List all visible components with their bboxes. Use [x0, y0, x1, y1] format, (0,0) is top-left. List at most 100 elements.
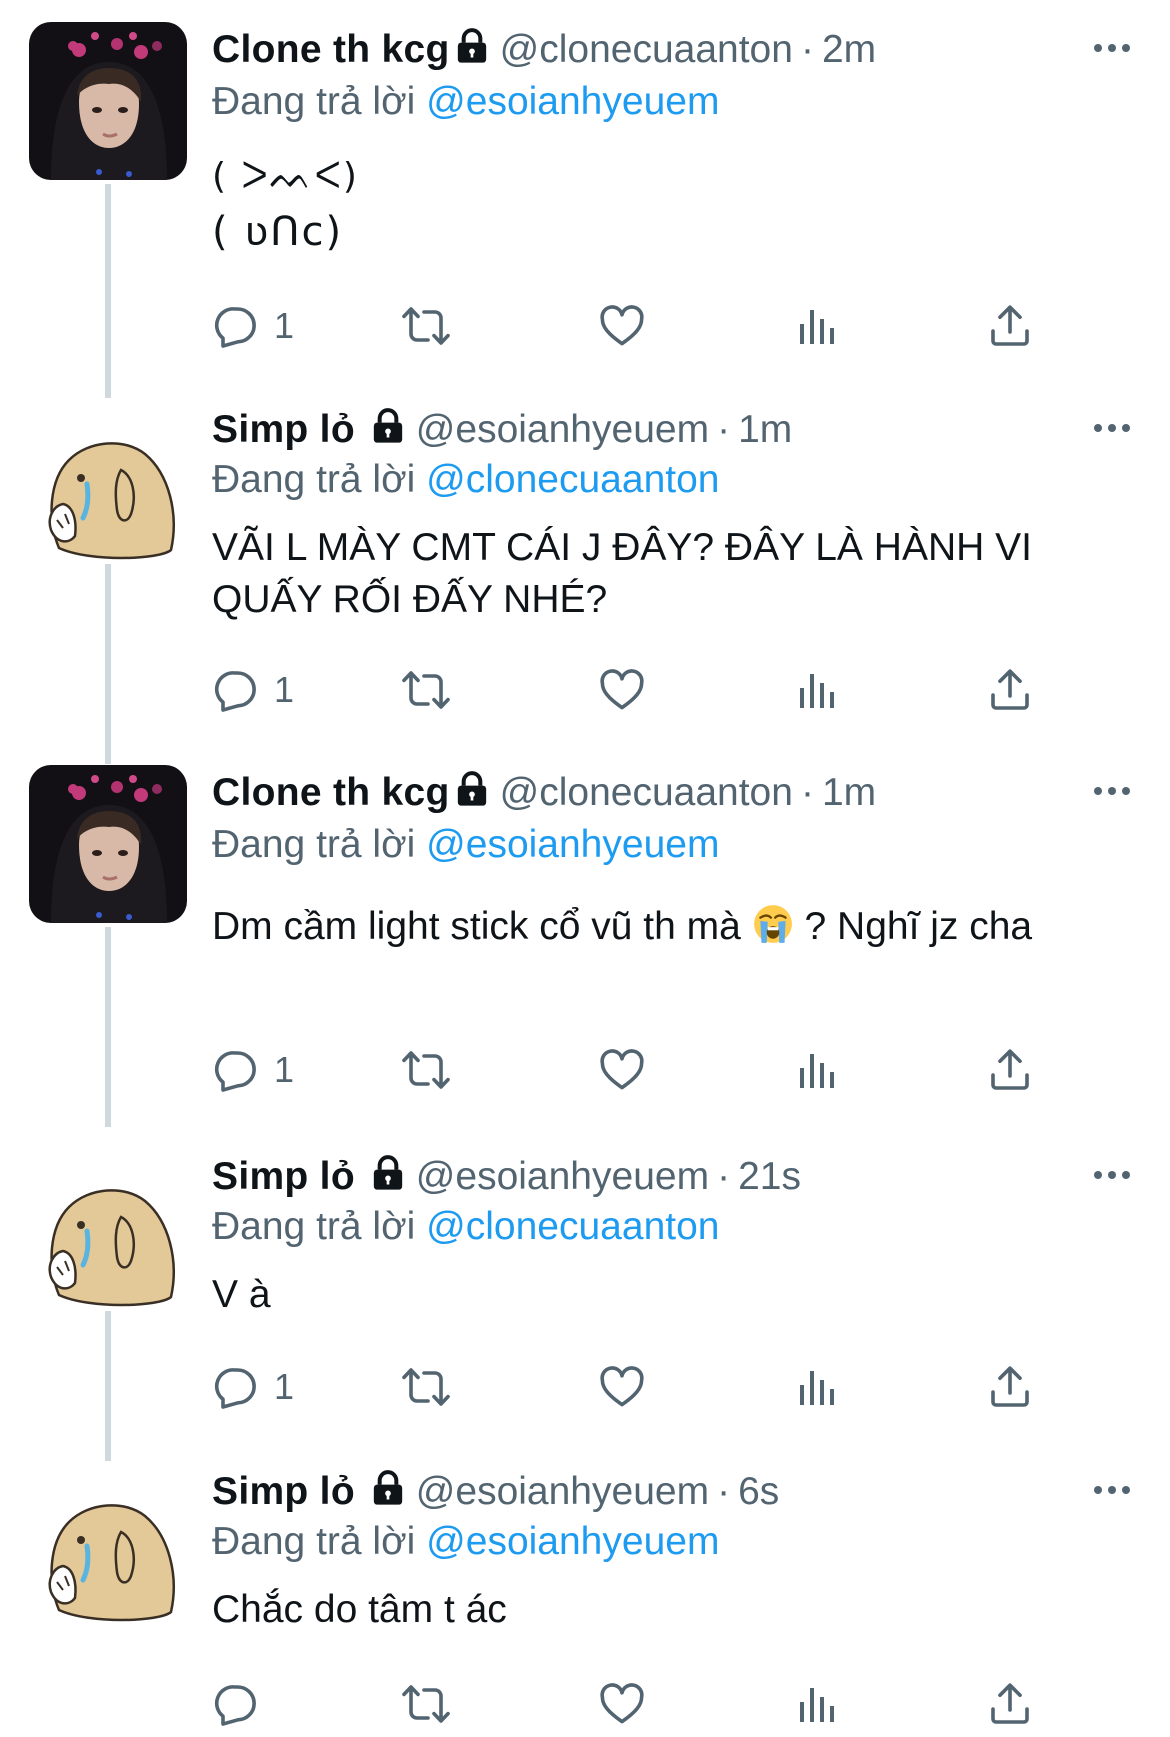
views-icon: [792, 1363, 840, 1411]
retweet-icon: [402, 666, 450, 714]
more-icon[interactable]: [1092, 1167, 1132, 1183]
display-name[interactable]: Clone th kcg: [212, 28, 450, 71]
tweet-header: Simp lỏ @esoianhyeuem · 1m: [212, 404, 792, 456]
like-button[interactable]: [598, 660, 646, 720]
share-icon: [986, 1680, 1034, 1728]
replying-to: Đang trả lời @clonecuaanton: [212, 1205, 720, 1248]
reply-icon: [212, 302, 260, 350]
share-button[interactable]: [986, 296, 1034, 356]
tweet-text: Chắc do tâm t ác: [212, 1588, 507, 1631]
tweet-header: Simp lỏ @esoianhyeuem · 21s: [212, 1151, 801, 1203]
reply-count: 1: [274, 305, 295, 346]
avatar[interactable]: [29, 1157, 187, 1315]
tweet[interactable]: Clone th kcg @clonecuaanton · 2m Đang trả l…: [0, 0, 1170, 398]
retweet-icon: [402, 1363, 450, 1411]
display-name[interactable]: Simp lỏ: [212, 408, 355, 451]
tweet-text: ( ᐳᨓᐸ) ( ʋᑎc): [212, 156, 359, 255]
views-button[interactable]: [792, 660, 840, 720]
handle[interactable]: @clonecuaanton: [500, 771, 793, 814]
avatar[interactable]: [29, 765, 187, 923]
display-name[interactable]: Simp lỏ: [212, 1470, 355, 1513]
lock-icon: [368, 406, 408, 446]
loudly-crying-emoji: [752, 903, 794, 945]
display-name[interactable]: Simp lỏ: [212, 1155, 355, 1198]
tweet[interactable]: Clone th kcg @clonecuaanton · 1m Đang trả l…: [0, 743, 1170, 1127]
views-icon: [792, 1680, 840, 1728]
mention-link[interactable]: @esoianhyeuem: [426, 1520, 719, 1563]
tweet-text: Dm cầm light stick cổ vũ th mà ? Nghĩ jz…: [212, 903, 1033, 948]
more-icon[interactable]: [1092, 1482, 1132, 1498]
display-name[interactable]: Clone th kcg: [212, 771, 450, 814]
retweet-button[interactable]: [402, 1674, 450, 1734]
tweet[interactable]: Simp lỏ @esoianhyeuem · 1m Đang trả lời @c…: [0, 378, 1170, 764]
more-icon[interactable]: [1092, 40, 1132, 56]
reply-icon: [212, 1046, 260, 1094]
reply-button[interactable]: 1: [212, 296, 294, 356]
lock-icon: [452, 769, 492, 809]
timestamp[interactable]: 21s: [738, 1155, 801, 1198]
more-icon[interactable]: [1092, 783, 1132, 799]
like-button[interactable]: [598, 1357, 646, 1417]
avatar[interactable]: [29, 1472, 187, 1630]
reply-count: 1: [274, 669, 295, 710]
tweet[interactable]: Simp lỏ @esoianhyeuem · 21s Đang trả lời @…: [0, 1125, 1170, 1461]
like-icon: [598, 1363, 646, 1411]
views-button[interactable]: [792, 1357, 840, 1417]
tweet-header: Clone th kcg @clonecuaanton · 2m: [212, 24, 876, 76]
replying-to: Đang trả lời @esoianhyeuem: [212, 80, 720, 123]
retweet-button[interactable]: [402, 296, 450, 356]
reply-button[interactable]: 1: [212, 1040, 294, 1100]
views-button[interactable]: [792, 1674, 840, 1734]
retweet-button[interactable]: [402, 1040, 450, 1100]
thread-line: [105, 1311, 111, 1461]
views-icon: [792, 1046, 840, 1094]
avatar[interactable]: [29, 22, 187, 180]
tweet-text: VÃI L MÀY CMT CÁI J ĐÂY? ĐÂY LÀ HÀNH VI …: [212, 526, 1032, 621]
views-icon: [792, 666, 840, 714]
timestamp[interactable]: 1m: [822, 771, 876, 814]
like-button[interactable]: [598, 296, 646, 356]
reply-icon: [212, 666, 260, 714]
separator: ·: [717, 1470, 731, 1513]
mention-link[interactable]: @esoianhyeuem: [426, 823, 719, 866]
separator: ·: [800, 771, 814, 814]
like-button[interactable]: [598, 1040, 646, 1100]
timestamp[interactable]: 1m: [738, 408, 792, 451]
retweet-icon: [402, 1680, 450, 1728]
mention-link[interactable]: @clonecuaanton: [426, 1205, 719, 1248]
action-bar: [212, 1674, 1062, 1734]
mention-link[interactable]: @clonecuaanton: [426, 458, 719, 501]
more-icon[interactable]: [1092, 420, 1132, 436]
timestamp[interactable]: 6s: [738, 1470, 779, 1513]
tweet[interactable]: Simp lỏ @esoianhyeuem · 6s Đang trả lời @e…: [0, 1440, 1170, 1737]
timestamp[interactable]: 2m: [822, 28, 876, 71]
lock-icon: [452, 26, 492, 66]
reply-button[interactable]: [212, 1674, 274, 1734]
retweet-button[interactable]: [402, 660, 450, 720]
handle[interactable]: @esoianhyeuem: [416, 1470, 709, 1513]
retweet-icon: [402, 302, 450, 350]
like-icon: [598, 1046, 646, 1094]
lock-icon: [368, 1468, 408, 1508]
reply-button[interactable]: 1: [212, 660, 294, 720]
views-icon: [792, 302, 840, 350]
views-button[interactable]: [792, 296, 840, 356]
share-button[interactable]: [986, 1357, 1034, 1417]
thread: Clone th kcg @clonecuaanton · 2m Đang trả l…: [0, 0, 1170, 1737]
retweet-button[interactable]: [402, 1357, 450, 1417]
handle[interactable]: @clonecuaanton: [500, 28, 793, 71]
like-button[interactable]: [598, 1674, 646, 1734]
reply-count: 1: [274, 1049, 295, 1090]
mention-link[interactable]: @esoianhyeuem: [426, 80, 719, 123]
action-bar: 1: [212, 660, 1062, 720]
handle[interactable]: @esoianhyeuem: [416, 408, 709, 451]
share-button[interactable]: [986, 1674, 1034, 1734]
views-button[interactable]: [792, 1040, 840, 1100]
handle[interactable]: @esoianhyeuem: [416, 1155, 709, 1198]
share-button[interactable]: [986, 1040, 1034, 1100]
thread-line: [105, 564, 111, 764]
reply-button[interactable]: 1: [212, 1357, 294, 1417]
share-button[interactable]: [986, 660, 1034, 720]
avatar[interactable]: [29, 410, 187, 568]
like-icon: [598, 302, 646, 350]
